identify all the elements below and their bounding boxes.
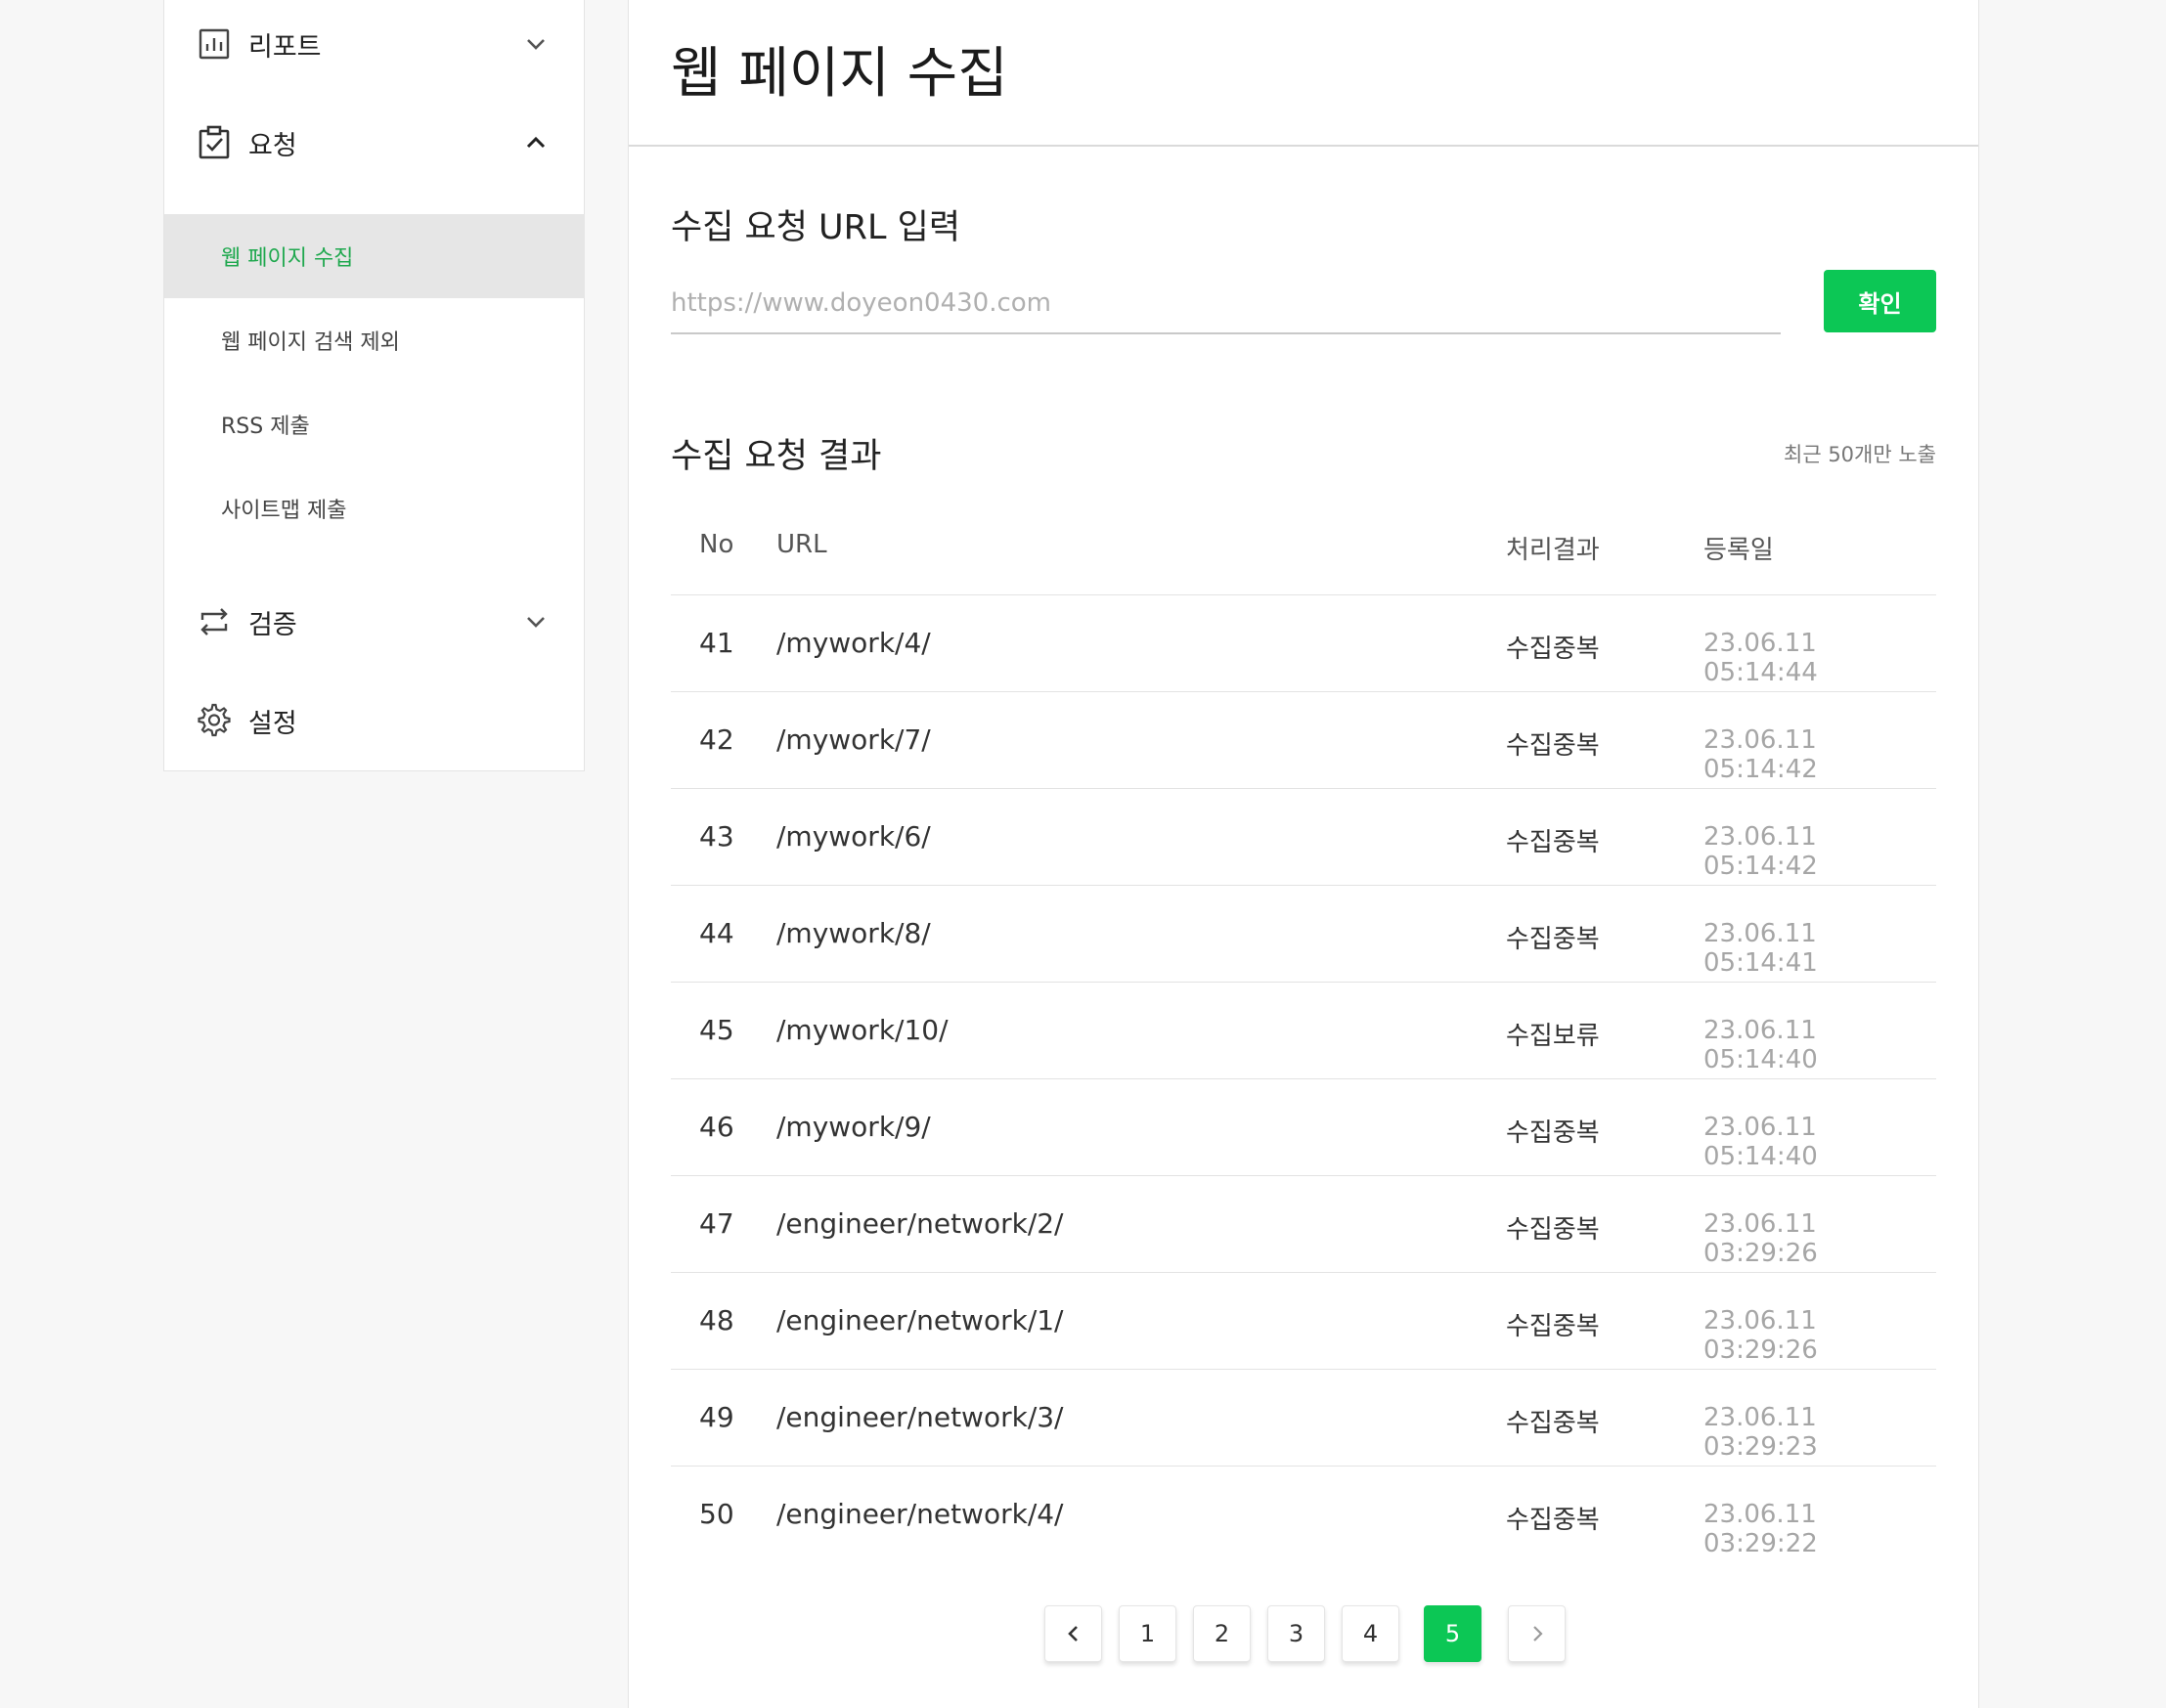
table-row: 45 /mywork/10/ 수집보류 23.06.11 05:14:40 <box>671 983 1936 1079</box>
row-no: 43 <box>699 820 734 853</box>
row-url: /mywork/10/ <box>776 1014 949 1046</box>
chevron-up-icon <box>526 136 546 149</box>
chevron-down-icon <box>527 617 545 628</box>
row-result: 수집보류 <box>1506 1022 1600 1051</box>
row-date: 23.06.11 05:14:40 <box>1703 1113 1818 1171</box>
sidebar-item-sitemap-submit[interactable]: 사이트맵 제출 <box>164 466 585 550</box>
gear-icon <box>198 703 231 737</box>
repeat-icon <box>200 608 228 635</box>
sidebar-item-label: RSS 제출 <box>221 415 310 439</box>
row-date: 23.06.11 03:29:23 <box>1703 1403 1818 1462</box>
table-row: 47 /engineer/network/2/ 수집중복 23.06.11 03… <box>671 1176 1936 1273</box>
row-no: 49 <box>699 1401 734 1433</box>
next-page-button[interactable] <box>1508 1605 1566 1662</box>
row-no: 47 <box>699 1207 734 1240</box>
row-url: /engineer/network/3/ <box>776 1401 1064 1433</box>
row-url: /engineer/network/1/ <box>776 1304 1064 1336</box>
table-row: 50 /engineer/network/4/ 수집중복 23.06.11 03… <box>671 1467 1936 1562</box>
sidebar-group-request[interactable]: 요청 <box>164 94 584 192</box>
page-button[interactable]: 1 <box>1119 1605 1176 1662</box>
row-result: 수집중복 <box>1506 1312 1600 1341</box>
row-result: 수집중복 <box>1506 635 1600 664</box>
row-result: 수집중복 <box>1506 1409 1600 1438</box>
title-divider <box>629 145 1978 147</box>
row-date: 23.06.11 03:29:26 <box>1703 1306 1818 1365</box>
row-result: 수집중복 <box>1506 1215 1600 1245</box>
row-url: /mywork/9/ <box>776 1111 931 1143</box>
chart-icon <box>199 28 230 60</box>
page-button[interactable]: 2 <box>1193 1605 1251 1662</box>
row-date: 23.06.11 03:29:26 <box>1703 1209 1818 1268</box>
row-no: 45 <box>699 1014 734 1046</box>
row-date: 23.06.11 03:29:22 <box>1703 1500 1818 1558</box>
table-row: 44 /mywork/8/ 수집중복 23.06.11 05:14:41 <box>671 886 1936 983</box>
column-header-url: URL <box>776 530 827 559</box>
row-no: 46 <box>699 1111 734 1143</box>
sidebar-item-label: 사이트맵 제출 <box>221 499 347 523</box>
column-header-date: 등록일 <box>1703 536 1774 565</box>
chevron-down-icon <box>527 39 545 50</box>
chevron-right-icon <box>1532 1626 1543 1642</box>
page-button[interactable]: 3 <box>1267 1605 1325 1662</box>
row-result: 수집중복 <box>1506 1118 1600 1148</box>
sidebar-item-label: 웹 페이지 검색 제외 <box>221 330 400 355</box>
column-header-no: No <box>699 530 734 559</box>
row-date: 23.06.11 05:14:40 <box>1703 1016 1818 1074</box>
column-header-result: 처리결과 <box>1506 536 1600 565</box>
table-row: 41 /mywork/4/ 수집중복 23.06.11 05:14:44 <box>671 595 1936 692</box>
prev-page-button[interactable] <box>1044 1605 1102 1662</box>
recent-note: 최근 50개만 노출 <box>1784 443 1936 466</box>
row-no: 48 <box>699 1304 734 1336</box>
confirm-button[interactable]: 확인 <box>1824 270 1936 332</box>
sidebar-group-settings[interactable]: 설정 <box>164 672 584 769</box>
page-title: 웹 페이지 수집 <box>671 42 1008 106</box>
row-date: 23.06.11 05:14:44 <box>1703 629 1818 687</box>
input-section-title: 수집 요청 URL 입력 <box>671 208 961 247</box>
row-url: /mywork/7/ <box>776 723 931 756</box>
row-result: 수집중복 <box>1506 1506 1600 1535</box>
pagination: 1 2 3 4 5 <box>629 1605 1978 1666</box>
table-row: 49 /engineer/network/3/ 수집중복 23.06.11 03… <box>671 1370 1936 1467</box>
sidebar-item-label: 웹 페이지 수집 <box>221 246 354 271</box>
row-no: 42 <box>699 723 734 756</box>
table-header: No URL 처리결과 등록일 <box>671 498 1936 595</box>
sidebar-item-web-page-exclude[interactable]: 웹 페이지 검색 제외 <box>164 298 585 382</box>
row-result: 수집중복 <box>1506 925 1600 954</box>
sidebar-group-report[interactable]: 리포트 <box>164 0 584 93</box>
page-button-current[interactable]: 5 <box>1424 1605 1481 1662</box>
row-url: /mywork/4/ <box>776 627 931 659</box>
table-row: 46 /mywork/9/ 수집중복 23.06.11 05:14:40 <box>671 1079 1936 1176</box>
row-date: 23.06.11 05:14:42 <box>1703 725 1818 784</box>
row-result: 수집중복 <box>1506 731 1600 761</box>
sidebar-group-label: 검증 <box>248 609 297 640</box>
sidebar-group-label: 설정 <box>248 708 297 739</box>
row-url: /engineer/network/4/ <box>776 1498 1064 1530</box>
table-row: 42 /mywork/7/ 수집중복 23.06.11 05:14:42 <box>671 692 1936 789</box>
results-section-title: 수집 요청 결과 <box>671 437 882 476</box>
row-date: 23.06.11 05:14:42 <box>1703 822 1818 881</box>
sidebar-item-web-page-collect[interactable]: 웹 페이지 수집 <box>164 214 585 298</box>
row-no: 41 <box>699 627 734 659</box>
sidebar-item-rss-submit[interactable]: RSS 제출 <box>164 382 585 466</box>
row-url: /mywork/8/ <box>776 917 931 949</box>
sidebar-group-label: 요청 <box>248 130 297 161</box>
sidebar-group-label: 리포트 <box>248 31 322 63</box>
row-result: 수집중복 <box>1506 828 1600 857</box>
row-url: /mywork/6/ <box>776 820 931 853</box>
clipboard-check-icon <box>199 125 230 159</box>
row-url: /engineer/network/2/ <box>776 1207 1064 1240</box>
url-input[interactable] <box>671 274 1781 334</box>
results-table: No URL 처리결과 등록일 41 /mywork/4/ 수집중복 23.06… <box>671 498 1936 1562</box>
row-no: 50 <box>699 1498 734 1530</box>
table-row: 48 /engineer/network/1/ 수집중복 23.06.11 03… <box>671 1273 1936 1370</box>
row-date: 23.06.11 05:14:41 <box>1703 919 1818 978</box>
main-panel: 웹 페이지 수집 수집 요청 URL 입력 확인 수집 요청 결과 최근 50개… <box>628 0 1979 1708</box>
sidebar-group-verify[interactable]: 검증 <box>164 573 584 671</box>
sidebar: 리포트 요청 웹 페이지 수집 웹 페이지 검색 제외 RSS 제출 사이트맵 … <box>163 0 585 771</box>
page-button[interactable]: 4 <box>1342 1605 1399 1662</box>
row-no: 44 <box>699 917 734 949</box>
table-row: 43 /mywork/6/ 수집중복 23.06.11 05:14:42 <box>671 789 1936 886</box>
chevron-left-icon <box>1067 1626 1078 1642</box>
